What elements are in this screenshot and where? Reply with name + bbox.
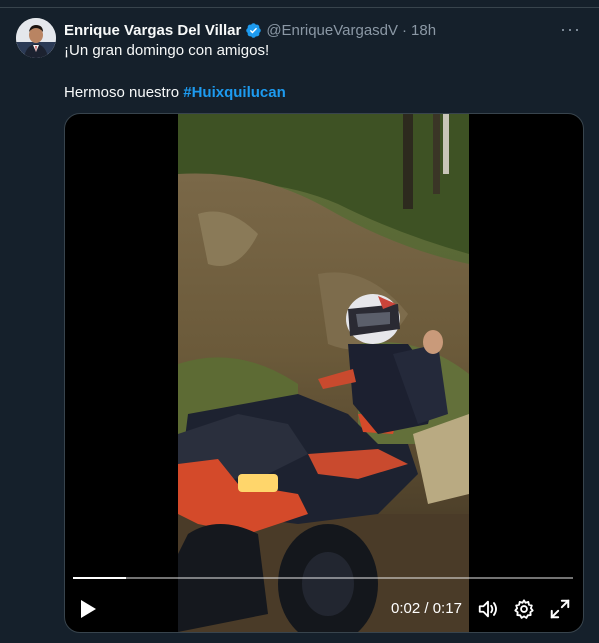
author-name[interactable]: Enrique Vargas Del Villar [64,22,241,39]
video-progress-fill [73,577,126,579]
tweet-timestamp[interactable]: 18h [411,22,436,39]
avatar[interactable] [16,18,56,58]
timecode-separator: / [424,600,429,617]
video-current-time: 0:02 [391,600,421,617]
tweet-text-line2: Hermoso nuestro #Huixquilucan [64,84,286,101]
more-options-icon[interactable]: ··· [560,20,581,38]
volume-icon[interactable] [477,598,499,620]
settings-gear-icon[interactable] [513,598,535,620]
video-player[interactable]: 0:02 / 0:17 [64,113,584,633]
top-divider [0,7,599,8]
author-handle[interactable]: @EnriqueVargasdV [266,22,398,39]
video-duration: 0:17 [432,600,462,617]
video-progress-bar[interactable] [73,577,573,579]
tweet-header: Enrique Vargas Del Villar @EnriqueVargas… [64,20,579,40]
header-separator: · [402,21,408,39]
tweet-text-prefix: Hermoso nuestro [64,84,180,101]
fullscreen-icon[interactable] [549,598,571,620]
play-icon[interactable] [79,599,97,619]
hashtag-link[interactable]: #Huixquilucan [183,84,286,101]
video-frame [178,114,469,632]
tweet-text-line1: ¡Un gran domingo con amigos! [64,42,270,59]
video-timecode: 0:02 / 0:17 [391,600,462,617]
verified-badge-icon [246,22,262,38]
